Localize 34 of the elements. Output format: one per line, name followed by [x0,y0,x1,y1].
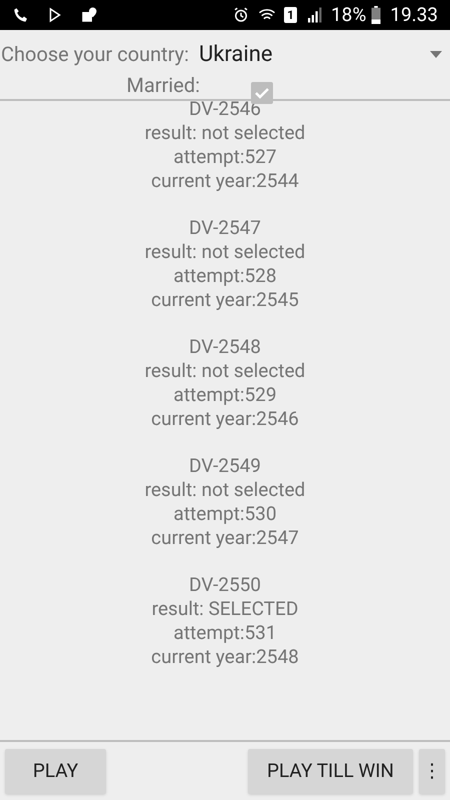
dropdown-caret-icon [430,50,442,58]
draw-title: DV-2547 [189,216,261,240]
result-text: result: SELECTED [152,597,298,621]
battery-percent: 18% [330,2,366,28]
check-icon [254,85,270,101]
battery-icon [370,6,382,24]
married-label: Married: [126,74,200,96]
current-year-text: current year:2545 [151,288,299,312]
result-text: result: not selected [144,240,306,264]
play-button[interactable]: PLAY [5,748,106,794]
draw-title: DV-2550 [189,573,261,597]
result-text: result: not selected [144,359,306,383]
current-year-text: current year:2546 [151,407,299,431]
draw-title: DV-2548 [189,335,261,359]
attempt-text: attempt:528 [173,264,277,288]
draw-title: DV-2546 [189,97,261,121]
phone-icon [12,6,30,24]
current-year-text: current year:2544 [151,169,299,193]
country-label: Choose your country: [0,41,189,68]
attempt-text: attempt:527 [173,145,277,169]
result-text: result: not selected [144,478,306,502]
draw-title: DV-2549 [189,454,261,478]
sim-indicator: 1 [284,7,297,23]
country-dropdown[interactable]: Ukraine [198,34,450,74]
attempt-text: attempt:530 [173,502,277,526]
attempt-text: attempt:531 [173,621,277,645]
alarm-icon [232,6,250,24]
clock-time: 19.33 [390,2,438,28]
result-text: result: not selected [144,121,306,145]
current-year-text: current year:2548 [151,645,299,669]
attempt-text: attempt:529 [173,383,277,407]
more-button[interactable]: ⋮ [419,748,445,794]
current-year-text: current year:2547 [151,526,299,550]
play-till-win-button[interactable]: PLAY TILL WIN [248,748,413,794]
